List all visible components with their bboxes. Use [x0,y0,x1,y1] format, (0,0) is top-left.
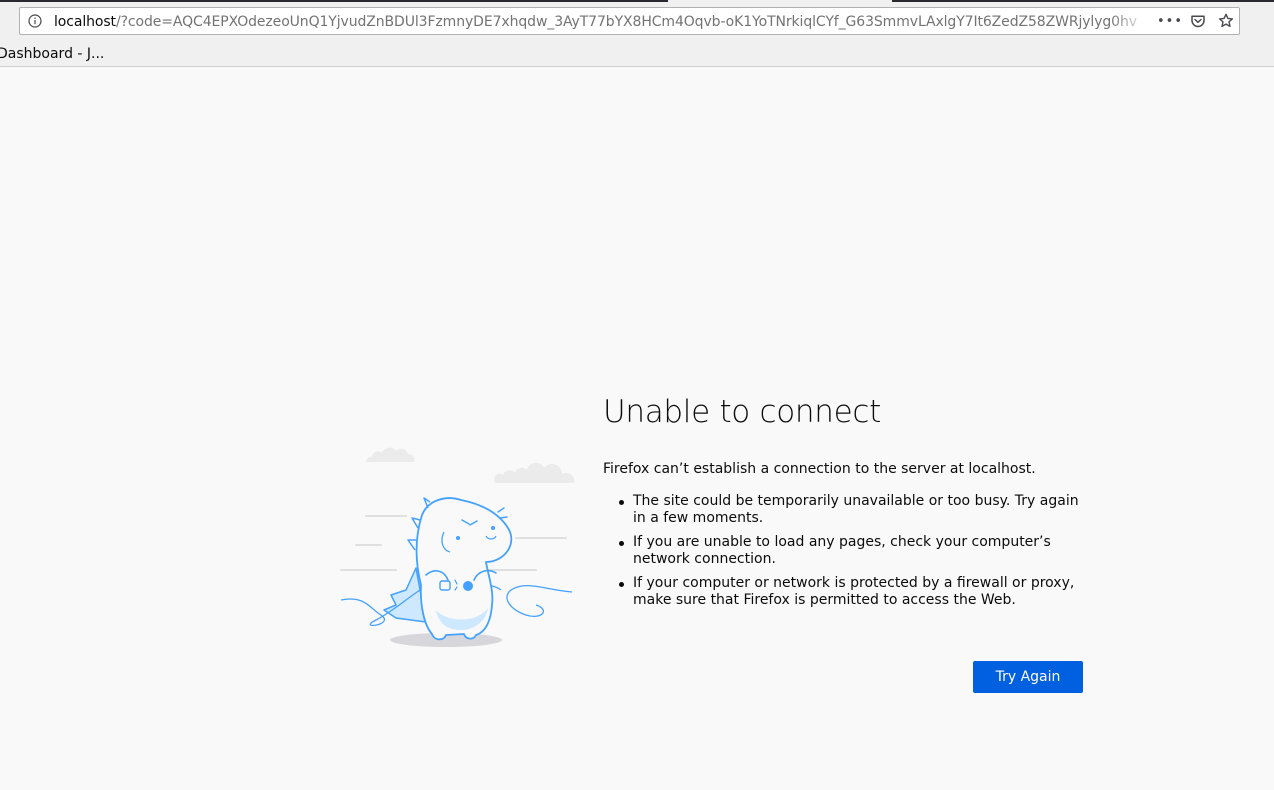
bookmark-star-icon[interactable] [1217,12,1235,30]
try-again-button[interactable]: Try Again [973,661,1083,693]
suggestion-item: If you are unable to load any pages, che… [603,534,1083,568]
suggestion-item: If your computer or network is protected… [603,575,1083,609]
disconnected-dino-illustration [340,447,575,647]
info-icon[interactable] [28,14,42,28]
error-intro: Firefox can’t establish a connection to … [603,461,1036,477]
tab-strip-edge [892,0,1274,2]
error-title: Unable to connect [603,394,882,430]
error-content: Unable to connect Firefox can’t establis… [603,392,1093,608]
pocket-icon[interactable] [1189,12,1207,30]
url-host: localhost [54,14,116,30]
bookmarks-toolbar: Dashboard - J... [0,42,1274,67]
url-path: /?code=AQC4EPXOdezeoUnQ1YjvudZnBDUl3Fzmn… [115,14,1137,30]
browser-toolbar: localhost/?code=AQC4EPXOdezeoUnQ1YjvudZn… [0,0,1274,42]
page-actions-label: ••• [1157,13,1184,29]
page-actions-icon[interactable]: ••• [1157,12,1182,30]
url-actions: ••• [1157,11,1235,31]
bookmark-dashboard[interactable]: Dashboard - J... [0,45,104,63]
url-bar[interactable]: localhost/?code=AQC4EPXOdezeoUnQ1YjvudZn… [19,7,1240,35]
error-suggestions: The site could be temporarily unavailabl… [603,493,1083,616]
suggestion-item: The site could be temporarily unavailabl… [603,493,1083,527]
url-text[interactable]: localhost/?code=AQC4EPXOdezeoUnQ1YjvudZn… [54,14,1154,30]
tab-strip-edge [0,0,668,2]
url-fade [1110,9,1150,33]
cloud-shape [365,447,575,483]
